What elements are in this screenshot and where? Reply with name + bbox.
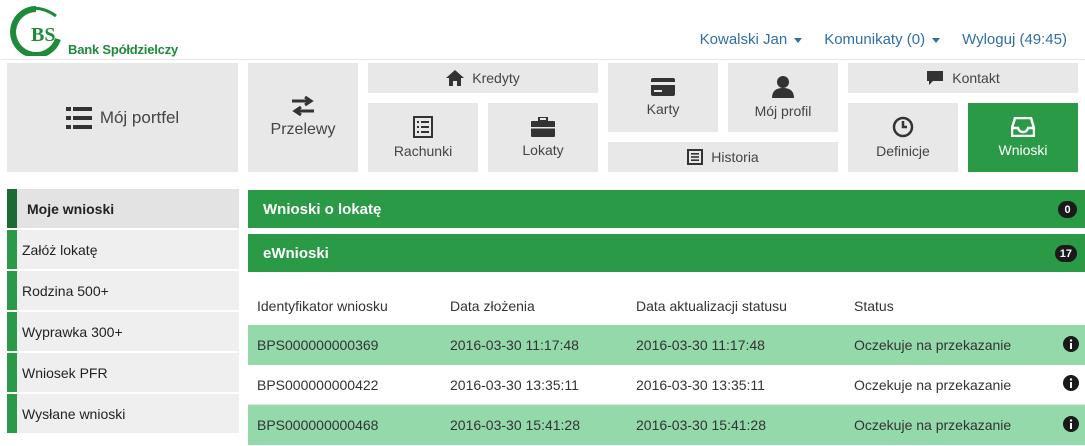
sidebar-item-label: Wyprawka 300+ [22,323,123,340]
tile-kredyty[interactable]: Kredyty [368,63,598,93]
cell-id: BPS000000000369 [257,337,379,353]
user-menu-label: Kowalski Jan [699,31,788,48]
tile-karty[interactable]: Karty [608,63,718,132]
count-badge: 17 [1054,245,1077,262]
column-header-updated[interactable]: Data aktualizacji statusu [636,298,787,314]
logo-text: Bank Spółdzielczy [68,42,179,57]
cell-submitted: 2016-03-30 15:41:28 [450,417,580,433]
credit-card-icon [651,78,675,96]
history-list-icon [687,149,704,165]
bank-logo[interactable]: BS Bank Spółdzielczy [6,6,206,58]
cell-updated: 2016-03-30 11:17:48 [636,337,765,353]
ewnioski-table: Identyfikator wniosku Data złożenia Data… [248,287,1085,445]
user-icon [772,76,794,98]
clock-icon [892,116,914,138]
panel-title: Wnioski o lokatę [263,200,382,218]
tile-label: Lokaty [522,142,564,158]
panel-ewnioski[interactable]: eWnioski 17 [248,234,1085,272]
cell-submitted: 2016-03-30 11:17:48 [450,337,579,353]
cell-submitted: 2016-03-30 13:35:11 [450,376,579,393]
tile-moj-portfel[interactable]: Mój portfel [7,63,238,172]
list-icon [65,106,92,129]
sidebar: Moje wnioski Załóż lokatę Rodzina 500+ W… [7,189,239,435]
document-list-icon [413,116,433,138]
inbox-icon [1011,117,1035,137]
table-row[interactable]: BPS000000000369 2016-03-30 11:17:48 2016… [248,325,1085,365]
sidebar-item-moje-wnioski[interactable]: Moje wnioski [7,189,239,228]
tile-historia[interactable]: Historia [608,142,838,172]
cell-id: BPS000000000468 [257,417,379,433]
logo-mark-text: BS [31,24,56,46]
cell-updated: 2016-03-30 13:35:11 [636,376,765,393]
tile-label: Mój profil [754,103,812,119]
tile-kontakt[interactable]: Kontakt [848,63,1078,93]
info-icon[interactable] [1063,375,1079,394]
sidebar-item-rodzina-500[interactable]: Rodzina 500+ [7,271,239,310]
count-badge: 0 [1058,201,1077,218]
tile-label: Wnioski [998,142,1048,158]
logout-link[interactable]: Wyloguj (49:45) [962,31,1067,48]
tile-przelewy[interactable]: Przelewy [248,63,358,172]
table-row[interactable]: BPS000000000422 2016-03-30 13:35:11 2016… [248,365,1085,405]
transfer-arrows-icon [292,96,314,116]
messages-menu[interactable]: Komunikaty (0) [824,31,941,48]
info-icon[interactable] [1063,335,1079,355]
column-header-status[interactable]: Status [854,298,894,314]
table-row[interactable]: BPS000000000468 2016-03-30 15:41:28 2016… [248,405,1085,445]
tile-label: Karty [646,101,680,117]
home-icon [446,70,465,86]
cell-id: BPS000000000422 [257,376,379,393]
panel-wnioski-o-lokate[interactable]: Wnioski o lokatę 0 [248,190,1085,228]
cell-status: Oczekuje na przekazanie [854,417,1012,433]
sidebar-item-wyslane-wnioski[interactable]: Wysłane wnioski [7,394,239,433]
sidebar-item-zaloz-lokate[interactable]: Załóż lokatę [7,230,239,269]
tile-label: Historia [711,149,759,165]
cell-status: Oczekuje na przekazanie [854,376,1012,393]
sidebar-item-wyprawka-300[interactable]: Wyprawka 300+ [7,312,239,351]
sidebar-item-label: Moje wnioski [27,200,115,217]
cell-status: Oczekuje na przekazanie [854,337,1012,353]
tile-label: Definicje [876,143,930,159]
tile-lokaty[interactable]: Lokaty [488,103,598,172]
tile-label: Rachunki [393,143,453,159]
sidebar-item-label: Wysłane wnioski [22,405,126,422]
tile-moj-profil[interactable]: Mój profil [728,63,838,132]
chevron-down-icon [932,38,941,43]
info-icon[interactable] [1063,415,1079,435]
sidebar-item-label: Załóż lokatę [22,241,98,258]
sidebar-item-label: Rodzina 500+ [22,282,109,299]
tile-rachunki[interactable]: Rachunki [368,103,478,172]
table-header: Identyfikator wniosku Data złożenia Data… [248,287,1085,325]
tile-label: Mój portfel [99,107,180,127]
header: BS Bank Spółdzielczy Kowalski Jan Komuni… [0,0,1085,60]
panel-title: eWnioski [263,244,329,262]
top-links: Kowalski Jan Komunikaty (0) Wyloguj (49:… [700,31,1067,48]
tile-label: Kredyty [472,70,520,86]
header-divider [0,59,1085,60]
column-header-submitted[interactable]: Data złożenia [450,298,535,314]
tile-definicje[interactable]: Definicje [848,103,958,172]
sidebar-item-wniosek-pfr[interactable]: Wniosek PFR [7,353,239,392]
tile-label: Kontakt [952,70,1000,86]
cell-updated: 2016-03-30 15:41:28 [636,417,766,433]
tile-wnioski[interactable]: Wnioski [968,103,1078,172]
logout-label: Wyloguj (49:45) [962,31,1067,48]
column-header-id[interactable]: Identyfikator wniosku [257,298,388,314]
briefcase-icon [531,117,555,137]
user-menu[interactable]: Kowalski Jan [700,31,803,48]
chat-bubble-icon [927,71,944,85]
messages-menu-label: Komunikaty (0) [824,31,926,48]
tile-label: Przelewy [270,121,336,138]
chevron-down-icon [794,38,803,43]
sidebar-item-label: Wniosek PFR [22,364,108,381]
